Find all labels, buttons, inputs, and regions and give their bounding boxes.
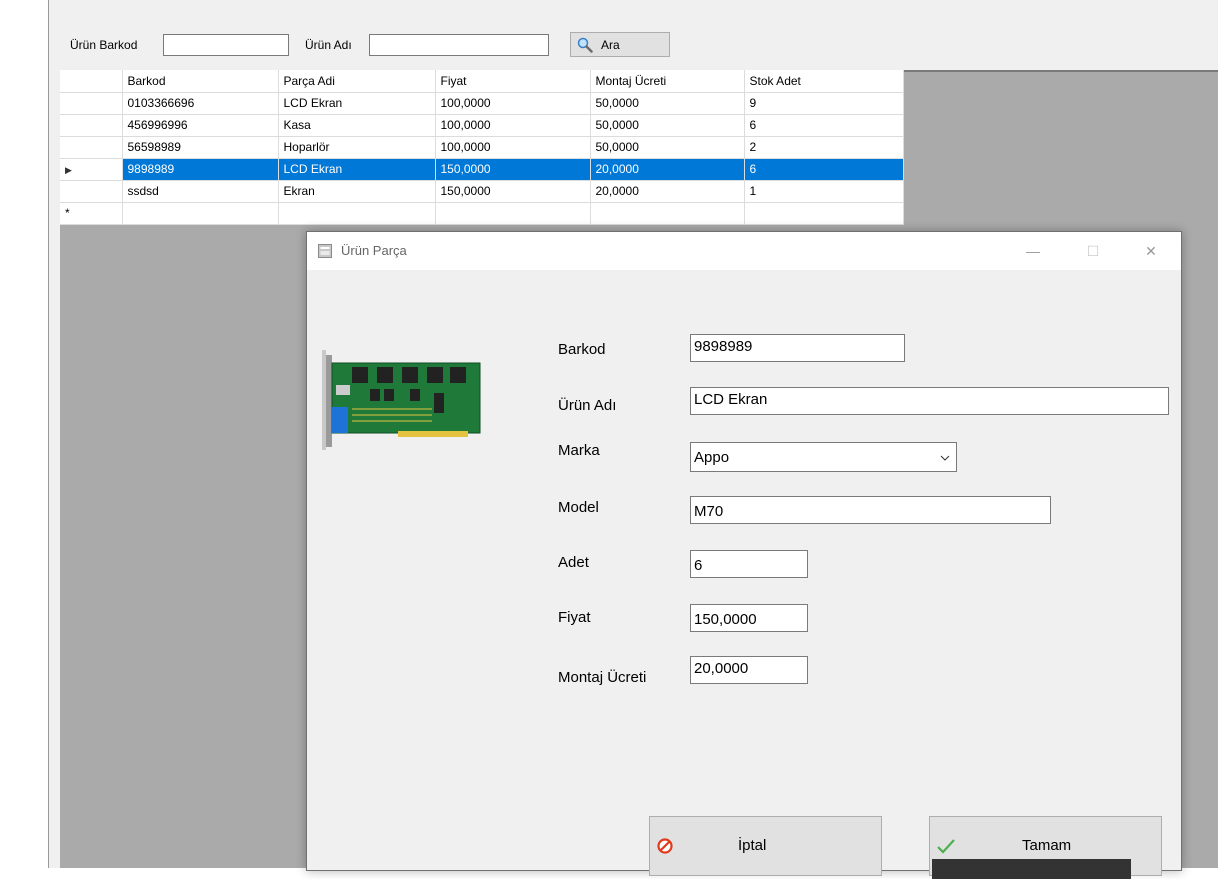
cell-barkod[interactable]: 9898989 bbox=[122, 158, 279, 181]
cell-parca-adi[interactable] bbox=[278, 202, 436, 225]
row-header-selected[interactable]: ▶ bbox=[60, 158, 123, 181]
marka-label: Marka bbox=[558, 442, 600, 459]
ok-button[interactable]: Tamam bbox=[929, 816, 1162, 879]
cell-fiyat[interactable]: 100,0000 bbox=[435, 136, 591, 159]
minimize-icon: — bbox=[1026, 243, 1040, 259]
column-header-barkod[interactable]: Barkod bbox=[122, 70, 279, 93]
urun-adi-search-input[interactable] bbox=[369, 34, 549, 56]
maximize-icon: ☐ bbox=[1086, 242, 1100, 259]
left-window-edge bbox=[0, 0, 49, 868]
cell-parca-adi[interactable]: Ekran bbox=[278, 180, 436, 203]
adet-field[interactable]: 6 bbox=[690, 550, 808, 578]
expansion-card-icon bbox=[322, 345, 482, 455]
column-header-montaj-ucreti[interactable]: Montaj Ücreti bbox=[590, 70, 745, 93]
dialog-title-bar[interactable]: Ürün Parça — ☐ ✕ bbox=[307, 232, 1181, 270]
barkod-label: Barkod bbox=[558, 341, 606, 358]
cancel-icon bbox=[657, 838, 673, 854]
row-header[interactable] bbox=[60, 180, 123, 203]
barkod-search-label: Ürün Barkod bbox=[70, 38, 138, 52]
grid-header-row: Barkod Parça Adi Fiyat Montaj Ücreti Sto… bbox=[60, 70, 904, 93]
cell-barkod[interactable] bbox=[122, 202, 279, 225]
column-header-stok-adet[interactable]: Stok Adet bbox=[744, 70, 904, 93]
data-grid: Barkod Parça Adi Fiyat Montaj Ücreti Sto… bbox=[60, 70, 904, 225]
fiyat-label: Fiyat bbox=[558, 609, 591, 626]
dialog-title: Ürün Parça bbox=[341, 243, 407, 258]
cell-stok-adet[interactable] bbox=[744, 202, 904, 225]
adet-label: Adet bbox=[558, 554, 589, 571]
cell-stok-adet[interactable]: 2 bbox=[744, 136, 904, 159]
cell-fiyat[interactable]: 150,0000 bbox=[435, 158, 591, 181]
cell-fiyat[interactable]: 100,0000 bbox=[435, 114, 591, 137]
cell-stok-adet[interactable]: 9 bbox=[744, 92, 904, 115]
new-row-asterisk-icon: * bbox=[65, 206, 70, 220]
cell-barkod[interactable]: 0103366696 bbox=[122, 92, 279, 115]
cell-montaj-ucreti[interactable]: 50,0000 bbox=[590, 92, 745, 115]
window-app-icon bbox=[318, 244, 332, 258]
new-row[interactable]: * bbox=[60, 202, 904, 225]
cell-montaj-ucreti[interactable]: 20,0000 bbox=[590, 180, 745, 203]
row-header[interactable] bbox=[60, 92, 123, 115]
cell-montaj-ucreti[interactable]: 50,0000 bbox=[590, 114, 745, 137]
search-icon bbox=[577, 37, 593, 53]
row-header-corner[interactable] bbox=[60, 70, 123, 93]
cell-parca-adi[interactable]: LCD Ekran bbox=[278, 92, 436, 115]
urun-parca-dialog: Ürün Parça — ☐ ✕ Barkod 9898989 Ürün Adı… bbox=[306, 231, 1182, 879]
cell-barkod[interactable]: ssdsd bbox=[122, 180, 279, 203]
fiyat-field[interactable]: 150,0000 bbox=[690, 604, 808, 632]
cell-fiyat[interactable] bbox=[435, 202, 591, 225]
cell-fiyat[interactable]: 150,0000 bbox=[435, 180, 591, 203]
row-header-new[interactable]: * bbox=[60, 202, 123, 225]
cell-stok-adet[interactable]: 6 bbox=[744, 114, 904, 137]
urun-adi-field[interactable]: LCD Ekran bbox=[690, 387, 1169, 415]
row-selector-arrow-icon: ▶ bbox=[65, 165, 72, 175]
cell-montaj-ucreti[interactable] bbox=[590, 202, 745, 225]
search-bar: Ürün Barkod Ürün Adı Ara bbox=[49, 0, 1218, 70]
cancel-button[interactable]: İptal bbox=[649, 816, 882, 876]
grid-top-divider bbox=[903, 70, 1218, 72]
cell-parca-adi[interactable]: LCD Ekran bbox=[278, 158, 436, 181]
cancel-button-label: İptal bbox=[738, 837, 767, 854]
search-button[interactable]: Ara bbox=[570, 32, 670, 57]
urun-adi-label: Ürün Adı bbox=[558, 397, 617, 414]
cell-barkod[interactable]: 56598989 bbox=[122, 136, 279, 159]
search-button-label: Ara bbox=[601, 37, 620, 52]
table-row[interactable]: ssdsd Ekran 150,0000 20,0000 1 bbox=[60, 180, 904, 203]
column-header-fiyat[interactable]: Fiyat bbox=[435, 70, 591, 93]
marka-selected-value: Appo bbox=[694, 449, 730, 466]
barkod-field[interactable]: 9898989 bbox=[690, 334, 905, 362]
barkod-search-input[interactable] bbox=[163, 34, 289, 56]
montaj-ucreti-field[interactable]: 20,0000 bbox=[690, 656, 808, 684]
row-header[interactable] bbox=[60, 136, 123, 159]
chevron-down-icon bbox=[940, 450, 950, 461]
close-button[interactable]: ✕ bbox=[1128, 232, 1174, 270]
model-label: Model bbox=[558, 499, 599, 516]
cell-parca-adi[interactable]: Kasa bbox=[278, 114, 436, 137]
ok-button-label: Tamam bbox=[1022, 837, 1072, 854]
table-row[interactable]: 56598989 Hoparlör 100,0000 50,0000 2 bbox=[60, 136, 904, 159]
column-header-parca-adi[interactable]: Parça Adi bbox=[278, 70, 436, 93]
model-field[interactable]: M70 bbox=[690, 496, 1051, 524]
marka-dropdown[interactable]: Appo bbox=[690, 442, 957, 472]
montaj-ucreti-label: Montaj Ücreti bbox=[558, 669, 647, 686]
cell-montaj-ucreti[interactable]: 20,0000 bbox=[590, 158, 745, 181]
close-icon: ✕ bbox=[1145, 242, 1157, 259]
urun-adi-search-label: Ürün Adı bbox=[305, 38, 352, 52]
cell-parca-adi[interactable]: Hoparlör bbox=[278, 136, 436, 159]
table-row[interactable]: 0103366696 LCD Ekran 100,0000 50,0000 9 bbox=[60, 92, 904, 115]
checkmark-icon bbox=[937, 838, 955, 854]
cell-montaj-ucreti[interactable]: 50,0000 bbox=[590, 136, 745, 159]
cell-fiyat[interactable]: 100,0000 bbox=[435, 92, 591, 115]
table-row[interactable]: 456996996 Kasa 100,0000 50,0000 6 bbox=[60, 114, 904, 137]
cell-stok-adet[interactable]: 6 bbox=[744, 158, 904, 181]
cell-stok-adet[interactable]: 1 bbox=[744, 180, 904, 203]
row-header[interactable] bbox=[60, 114, 123, 137]
maximize-button[interactable]: ☐ bbox=[1070, 232, 1116, 270]
focus-indicator bbox=[932, 859, 1131, 879]
minimize-button[interactable]: — bbox=[1010, 232, 1056, 270]
cell-barkod[interactable]: 456996996 bbox=[122, 114, 279, 137]
selected-table-row[interactable]: ▶ 9898989 LCD Ekran 150,0000 20,0000 6 bbox=[60, 158, 904, 181]
